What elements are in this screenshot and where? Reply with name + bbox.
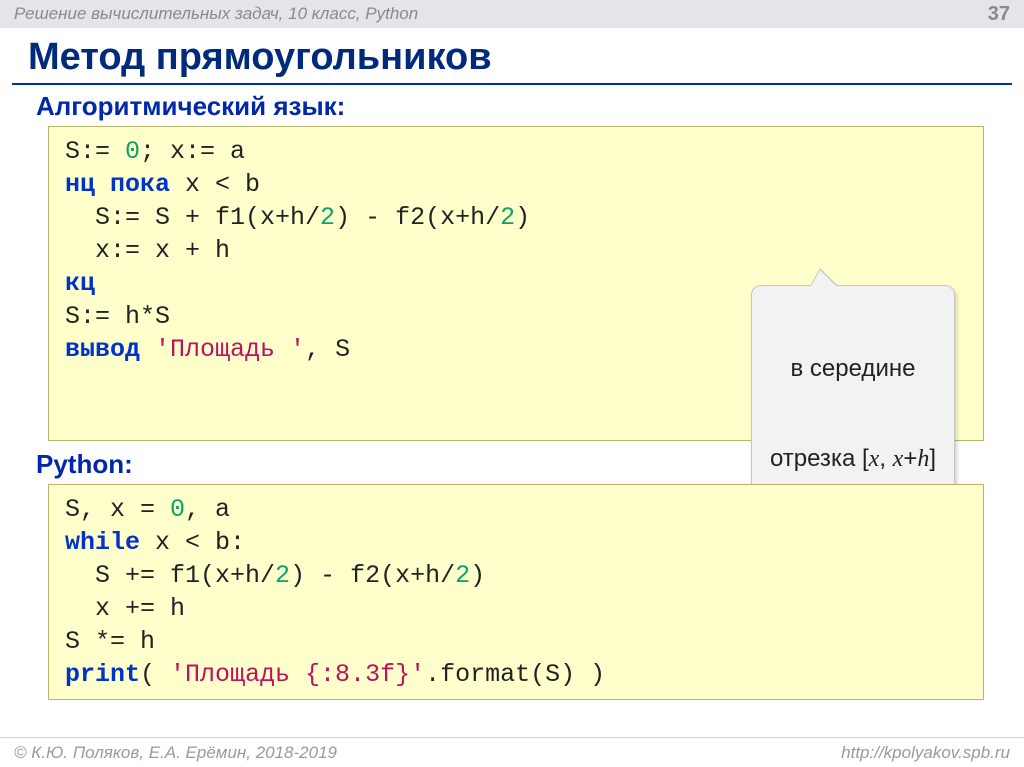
footer-copyright: © К.Ю. Поляков, Е.А. Ерёмин, 2018-2019 <box>14 743 337 763</box>
code-line: print( 'Площадь {:8.3f}'.format(S) ) <box>65 660 605 689</box>
code-block-alg: S:= 0; x:= a нц пока x < b S:= S + f1(x+… <box>48 126 984 441</box>
callout-line2: отрезка [x, x+h] <box>770 444 936 474</box>
code-line: S, x = 0, a <box>65 495 230 524</box>
header-bar: Решение вычислительных задач, 10 класс, … <box>0 0 1024 28</box>
code-line: S:= S + f1(x+h/2) - f2(x+h/2) <box>65 203 530 232</box>
code-block-python: S, x = 0, a while x < b: S += f1(x+h/2) … <box>48 484 984 700</box>
section-label-alg: Алгоритмический язык: <box>36 91 996 122</box>
footer-bar: © К.Ю. Поляков, Е.А. Ерёмин, 2018-2019 h… <box>0 737 1024 767</box>
breadcrumb: Решение вычислительных задач, 10 класс, … <box>14 4 418 24</box>
code-line: while x < b: <box>65 528 245 557</box>
code-line: x:= x + h <box>65 236 230 265</box>
code-line: S += f1(x+h/2) - f2(x+h/2) <box>65 561 485 590</box>
callout-line1: в середине <box>770 354 936 384</box>
code-line: вывод 'Площадь ', S <box>65 335 350 364</box>
page-title: Метод прямоугольников <box>0 28 1024 83</box>
code-line: S *= h <box>65 627 155 656</box>
code-line: x += h <box>65 594 185 623</box>
footer-url: http://kpolyakov.spb.ru <box>841 743 1010 763</box>
code-line: S:= 0; x:= a <box>65 137 245 166</box>
title-divider <box>12 83 1012 85</box>
page-number: 37 <box>988 3 1010 26</box>
code-line: кц <box>65 269 95 298</box>
section-algorithmic: Алгоритмический язык: S:= 0; x:= a нц по… <box>0 91 1024 700</box>
code-line: S:= h*S <box>65 302 170 331</box>
code-line: нц пока x < b <box>65 170 260 199</box>
